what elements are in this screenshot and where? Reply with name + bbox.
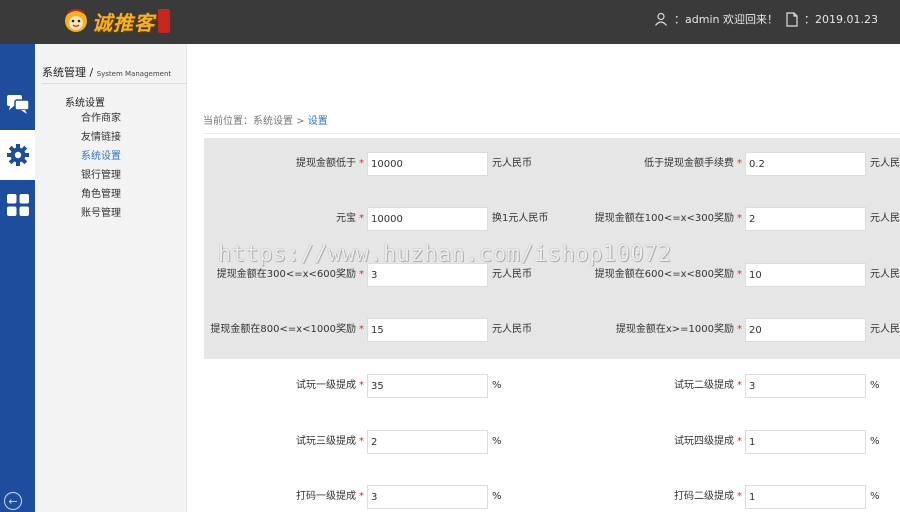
rail-apps-button[interactable]	[0, 180, 35, 230]
user-greeting[interactable]: ：admin 欢迎回来！	[654, 10, 778, 28]
form-row: 试玩三级提成*% 试玩四级提成*%	[204, 430, 900, 454]
field-unit-left: %	[492, 436, 502, 447]
field-unit-left: 元人民币	[492, 158, 532, 169]
sidebar-item-roles[interactable]: 角色管理	[81, 188, 121, 207]
logo-text: 诚推客	[92, 10, 155, 35]
setting-input-right[interactable]	[745, 318, 866, 342]
chat-icon	[6, 95, 30, 114]
required-mark: *	[737, 213, 742, 224]
field-label-left: 打码一级提成 *	[296, 491, 364, 502]
setting-input-left[interactable]	[367, 374, 488, 398]
sidebar-divider	[42, 83, 187, 84]
required-mark: *	[359, 324, 364, 335]
field-unit-right: 元人民币	[870, 158, 900, 169]
form-row: 提现金额在800<=x<1000奖励* 元人民币 提现金额在x>=1000奖励* 元人…	[204, 318, 900, 342]
required-mark: *	[359, 380, 364, 391]
document-icon	[786, 11, 798, 27]
setting-input-right[interactable]	[745, 485, 866, 509]
field-label-right: 提现金额在600<=x<800奖励 *	[594, 269, 742, 280]
field-unit-right: %	[870, 491, 880, 502]
form-row: 提现金额低于* 元人民币 低于提现金额手续费* 元人民币	[204, 152, 900, 176]
setting-input-right[interactable]	[745, 263, 866, 287]
current-date: ：2019.01.23	[786, 10, 878, 28]
required-mark: *	[359, 158, 364, 169]
setting-input-right[interactable]	[745, 207, 866, 231]
required-mark: *	[359, 269, 364, 280]
field-unit-left: %	[492, 380, 502, 391]
field-unit-right: %	[870, 380, 880, 391]
gear-icon	[6, 144, 29, 166]
setting-input-left[interactable]	[367, 207, 488, 231]
user-icon	[655, 12, 667, 26]
field-label-left: 试玩一级提成 *	[296, 380, 364, 391]
sidebar-item-partners[interactable]: 合作商家	[81, 112, 121, 131]
field-unit-left: 元人民币	[492, 324, 532, 335]
back-arrow-icon[interactable]: ←	[4, 492, 22, 510]
sidebar-menu: 合作商家 友情链接 系统设置 银行管理 角色管理 账号管理	[81, 112, 121, 226]
sidebar-group-label[interactable]: 系统设置	[65, 94, 105, 109]
field-label-left: 提现金额在300<=x<600奖励 *	[216, 269, 364, 280]
required-mark: *	[737, 158, 742, 169]
setting-input-right[interactable]	[745, 152, 866, 176]
field-unit-left: %	[492, 491, 502, 502]
field-label-right: 打码二级提成 *	[674, 491, 742, 502]
logo-seal-icon	[158, 9, 170, 33]
form-row: 打码一级提成*% 打码二级提成*%	[204, 485, 900, 509]
field-label-right: 试玩四级提成 *	[674, 436, 742, 447]
form-row: 提现金额在300<=x<600奖励* 元人民币 提现金额在600<=x<800奖励*…	[204, 263, 900, 287]
sidebar-title: 系统管理 / System Management	[42, 66, 172, 79]
field-label-left: 提现金额在800<=x<1000奖励 *	[210, 324, 364, 335]
setting-input-left[interactable]	[367, 430, 488, 454]
logo[interactable]: 诚推客	[62, 3, 170, 39]
field-label-left: 提现金额低于 *	[296, 158, 364, 169]
required-mark: *	[359, 436, 364, 447]
setting-input-right[interactable]	[745, 374, 866, 398]
required-mark: *	[359, 491, 364, 502]
setting-input-left[interactable]	[367, 485, 488, 509]
field-label-right: 提现金额在100<=x<300奖励 *	[594, 213, 742, 224]
field-label-right: 低于提现金额手续费 *	[644, 158, 742, 169]
sidebar-item-links[interactable]: 友情链接	[81, 131, 121, 150]
required-mark: *	[359, 213, 364, 224]
monkey-mascot-icon	[62, 6, 90, 36]
setting-input-left[interactable]	[367, 263, 488, 287]
required-mark: *	[737, 436, 742, 447]
current-date-text: ：2019.01.23	[804, 13, 878, 26]
form-row: 元宝* 换1元人民币 提现金额在100<=x<300奖励* 元人民币	[204, 207, 900, 231]
setting-input-right[interactable]	[745, 430, 866, 454]
field-label-left: 试玩三级提成 *	[296, 436, 364, 447]
top-bar: 诚推客 ：admin 欢迎回来！ ：2019.01.23	[0, 0, 900, 44]
required-mark: *	[737, 380, 742, 391]
sidebar-item-system-settings[interactable]: 系统设置	[81, 150, 121, 169]
icon-rail: ←	[0, 44, 35, 512]
breadcrumb-divider	[203, 133, 900, 134]
grid-icon	[6, 194, 29, 216]
rail-settings-button[interactable]	[0, 130, 35, 180]
field-label-right: 试玩二级提成 *	[674, 380, 742, 391]
field-unit-right: 元人民币	[870, 213, 900, 224]
field-unit-right: 元人民币	[870, 324, 900, 335]
sidebar: 系统管理 / System Management 系统设置 合作商家 友情链接 …	[35, 44, 187, 512]
required-mark: *	[737, 324, 742, 335]
setting-input-left[interactable]	[367, 318, 488, 342]
field-unit-left: 换1元人民币	[492, 213, 549, 224]
user-greeting-text: ：admin 欢迎回来！	[674, 13, 778, 26]
sidebar-item-banks[interactable]: 银行管理	[81, 169, 121, 188]
form-row: 试玩一级提成*% 试玩二级提成*%	[204, 374, 900, 398]
required-mark: *	[737, 491, 742, 502]
rail-messages-button[interactable]	[0, 79, 35, 129]
required-mark: *	[737, 269, 742, 280]
field-unit-right: 元人民币	[870, 269, 900, 280]
field-label-right: 提现金额在x>=1000奖励 *	[615, 324, 742, 335]
setting-input-left[interactable]	[367, 152, 488, 176]
field-label-left: 元宝 *	[336, 213, 364, 224]
breadcrumb: 当前位置：系统设置 > 设置	[203, 116, 328, 127]
field-unit-left: 元人民币	[492, 269, 532, 280]
sidebar-item-accounts[interactable]: 账号管理	[81, 207, 121, 226]
field-unit-right: %	[870, 436, 880, 447]
